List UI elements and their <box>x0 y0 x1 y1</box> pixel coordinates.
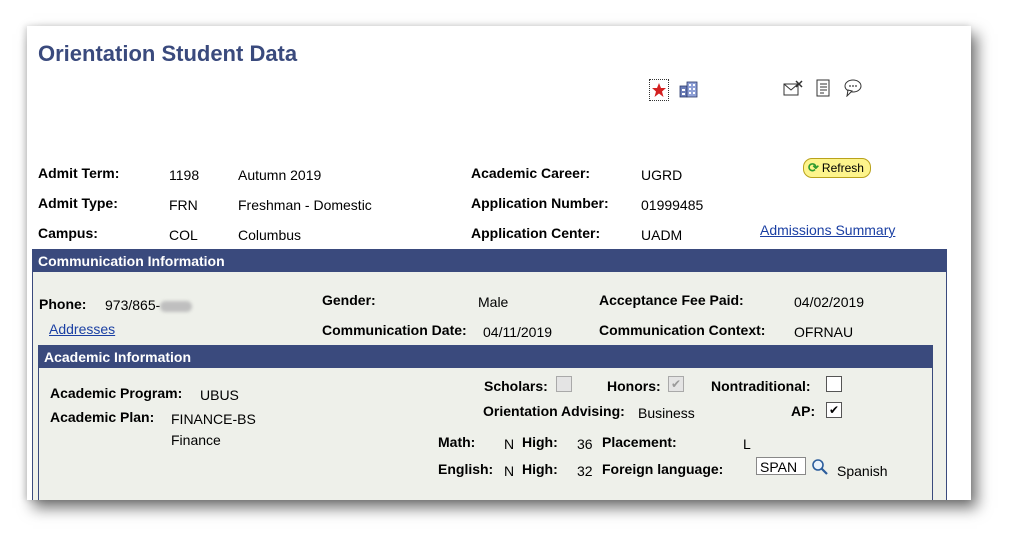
refresh-icon: ⟳ <box>808 160 819 175</box>
communication-panel: Communication Information Phone: 973/865… <box>32 249 947 500</box>
gender-label: Gender: <box>322 292 376 308</box>
phone-value: 973/865- <box>105 297 193 313</box>
honors-label: Honors: <box>607 378 661 394</box>
foreign-language-input[interactable]: SPAN <box>756 457 806 475</box>
application-center-value: UADM <box>641 227 683 243</box>
admit-term-code: 1198 <box>169 167 200 183</box>
math-value: N <box>504 436 515 452</box>
placement-value: L <box>743 436 751 452</box>
page-card: Orientation Student Data Admit Term: 119… <box>27 26 971 500</box>
academic-plan-value: FINANCE-BS <box>171 411 256 427</box>
scholars-checkbox[interactable] <box>556 376 572 392</box>
orientation-advising-label: Orientation Advising: <box>483 403 625 419</box>
gender-value: Male <box>478 294 509 310</box>
application-number-label: Application Number: <box>471 195 609 211</box>
communication-date-label: Communication Date: <box>322 322 467 338</box>
admit-type-label: Admit Type: <box>38 195 118 211</box>
report-icon[interactable] <box>813 78 833 98</box>
magnifier-icon[interactable] <box>811 458 829 476</box>
academic-plan-desc: Finance <box>171 432 221 448</box>
campus-code: COL <box>169 227 198 243</box>
admit-type-desc: Freshman - Domestic <box>238 197 372 213</box>
math-label: Math: <box>438 434 476 450</box>
foreign-language-desc: Spanish <box>837 463 888 479</box>
favorite-star-icon[interactable] <box>649 79 669 101</box>
ap-checkbox[interactable]: ✔ <box>826 402 842 418</box>
communication-panel-header: Communication Information <box>33 250 946 272</box>
orientation-advising-value: Business <box>638 405 695 421</box>
page-title: Orientation Student Data <box>38 41 298 66</box>
math-high-value: 36 <box>577 436 593 452</box>
english-high-value: 32 <box>577 463 593 479</box>
comment-icon[interactable] <box>843 78 863 98</box>
academic-panel-header: Academic Information <box>39 346 932 368</box>
admissions-summary-link[interactable]: Admissions Summary <box>760 222 895 238</box>
placement-label: Placement: <box>602 434 677 450</box>
campus-label: Campus: <box>38 225 98 241</box>
communication-context-value: OFRNAU <box>794 324 854 340</box>
nontraditional-label: Nontraditional: <box>711 378 811 394</box>
english-high-label: High: <box>522 461 558 477</box>
english-value: N <box>504 463 515 479</box>
academic-panel: Academic Information Academic Program: U… <box>38 345 933 500</box>
refresh-button[interactable]: ⟳ Refresh <box>803 158 871 178</box>
application-number-value: 01999485 <box>641 197 704 213</box>
foreign-language-label: Foreign language: <box>602 461 724 477</box>
acceptance-fee-paid-label: Acceptance Fee Paid: <box>599 292 744 308</box>
addresses-link[interactable]: Addresses <box>49 321 115 337</box>
communication-context-label: Communication Context: <box>599 322 766 338</box>
academic-career-value: UGRD <box>641 167 683 183</box>
phone-redaction <box>160 300 193 312</box>
building-icon[interactable] <box>679 79 699 99</box>
honors-checkbox[interactable]: ✔ <box>668 376 684 392</box>
admit-type-code: FRN <box>169 197 198 213</box>
academic-career-label: Academic Career: <box>471 165 591 181</box>
communication-date-value: 04/11/2019 <box>483 324 553 340</box>
admit-term-desc: Autumn 2019 <box>238 167 322 183</box>
acceptance-fee-paid-value: 04/02/2019 <box>794 294 865 310</box>
notify-icon[interactable] <box>783 78 803 98</box>
math-high-label: High: <box>522 434 558 450</box>
academic-program-label: Academic Program: <box>50 385 183 401</box>
scholars-label: Scholars: <box>484 378 548 394</box>
application-center-label: Application Center: <box>471 225 601 241</box>
nontraditional-checkbox[interactable] <box>826 376 842 392</box>
phone-label: Phone: <box>39 296 87 312</box>
refresh-label: Refresh <box>821 161 864 175</box>
campus-desc: Columbus <box>238 227 302 243</box>
english-label: English: <box>438 461 494 477</box>
admit-term-label: Admit Term: <box>38 165 120 181</box>
ap-label: AP: <box>791 403 816 419</box>
academic-plan-label: Academic Plan: <box>50 409 155 425</box>
academic-program-value: UBUS <box>200 387 239 403</box>
